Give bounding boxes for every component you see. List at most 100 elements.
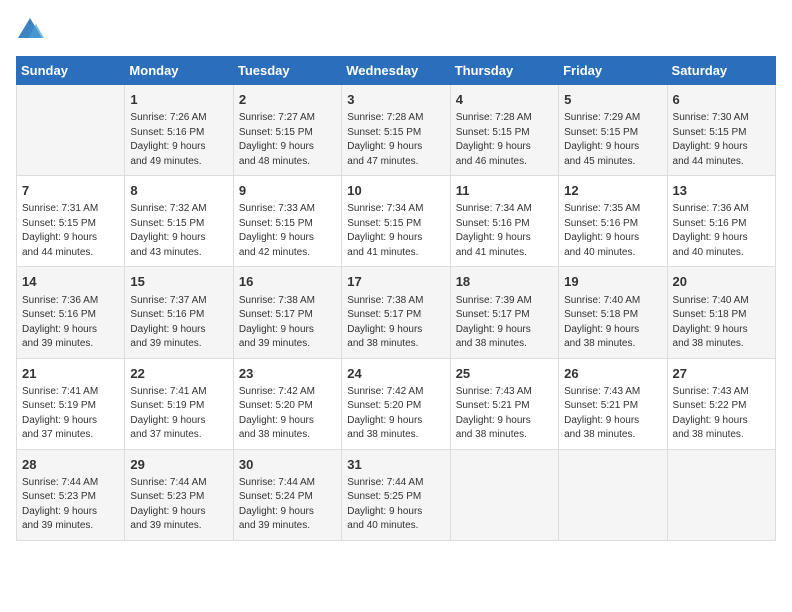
- day-info: Sunrise: 7:28 AM Sunset: 5:15 PM Dayligh…: [456, 111, 553, 169]
- calendar-week-3: 14Sunrise: 7:36 AM Sunset: 5:16 PM Dayli…: [17, 267, 776, 358]
- day-number: 12: [564, 182, 661, 200]
- calendar-cell: 10 Sunrise: 7:34 AM Sunset: 5:15 PM Dayli…: [342, 176, 450, 267]
- day-info: Sunrise: 7:28 AM Sunset: 5:15 PM Dayligh…: [347, 111, 444, 169]
- calendar-cell: [17, 85, 125, 176]
- day-info: Sunrise: 7:43 AM Sunset: 5:21 PM Dayligh…: [564, 385, 661, 443]
- calendar-week-1: 1 Sunrise: 7:26 AM Sunset: 5:16 PM Daylig…: [17, 85, 776, 176]
- day-info: Sunrise: 7:42 AM Sunset: 5:20 PM Dayligh…: [347, 385, 444, 443]
- day-number: 14: [22, 273, 119, 291]
- day-info: Sunrise: 7:44 AM Sunset: 5:23 PM Dayligh…: [130, 476, 227, 534]
- calendar-cell: 18Sunrise: 7:39 AM Sunset: 5:17 PM Dayli…: [450, 267, 558, 358]
- day-number: 7: [22, 182, 119, 200]
- day-info: Sunrise: 7:43 AM Sunset: 5:21 PM Dayligh…: [456, 385, 553, 443]
- day-info: Sunrise: 7:27 AM Sunset: 5:15 PM Dayligh…: [239, 111, 336, 169]
- day-number: 24: [347, 365, 444, 383]
- day-info: Sunrise: 7:40 AM Sunset: 5:18 PM Dayligh…: [564, 294, 661, 352]
- calendar-cell: 6 Sunrise: 7:30 AM Sunset: 5:15 PM Daylig…: [667, 85, 775, 176]
- day-info: Sunrise: 7:40 AM Sunset: 5:18 PM Dayligh…: [673, 294, 770, 352]
- day-number: 6: [673, 91, 770, 109]
- calendar-cell: 7 Sunrise: 7:31 AM Sunset: 5:15 PM Daylig…: [17, 176, 125, 267]
- calendar-cell: 17 Sunrise: 7:38 AM Sunset: 5:17 PM Dayli…: [342, 267, 450, 358]
- day-info: Sunrise: 7:26 AM Sunset: 5:16 PM Dayligh…: [130, 111, 227, 169]
- day-info: Sunrise: 7:38 AM Sunset: 5:17 PM Dayligh…: [347, 294, 444, 352]
- day-number: 5: [564, 91, 661, 109]
- day-info: Sunrise: 7:34 AM Sunset: 5:15 PM Dayligh…: [347, 202, 444, 260]
- day-number: 11: [456, 182, 553, 200]
- calendar-cell: 12 Sunrise: 7:35 AM Sunset: 5:16 PM Dayli…: [559, 176, 667, 267]
- day-number: 15: [130, 273, 227, 291]
- day-number: 17: [347, 273, 444, 291]
- day-info: Sunrise: 7:39 AM Sunset: 5:17 PM Dayligh…: [456, 294, 553, 352]
- day-number: 28: [22, 456, 119, 474]
- calendar-cell: 4Sunrise: 7:28 AM Sunset: 5:15 PM Daylig…: [450, 85, 558, 176]
- calendar-cell: [450, 449, 558, 540]
- calendar-cell: 5 Sunrise: 7:29 AM Sunset: 5:15 PM Daylig…: [559, 85, 667, 176]
- calendar-cell: 3 Sunrise: 7:28 AM Sunset: 5:15 PM Daylig…: [342, 85, 450, 176]
- calendar-cell: 19 Sunrise: 7:40 AM Sunset: 5:18 PM Dayli…: [559, 267, 667, 358]
- calendar-cell: 25Sunrise: 7:43 AM Sunset: 5:21 PM Dayli…: [450, 358, 558, 449]
- calendar-cell: 30 Sunrise: 7:44 AM Sunset: 5:24 PM Dayli…: [233, 449, 341, 540]
- day-number: 20: [673, 273, 770, 291]
- day-info: Sunrise: 7:31 AM Sunset: 5:15 PM Dayligh…: [22, 202, 119, 260]
- calendar-cell: 9Sunrise: 7:33 AM Sunset: 5:15 PM Daylig…: [233, 176, 341, 267]
- day-number: 3: [347, 91, 444, 109]
- calendar-cell: 8Sunrise: 7:32 AM Sunset: 5:15 PM Daylig…: [125, 176, 233, 267]
- calendar-cell: [667, 449, 775, 540]
- day-info: Sunrise: 7:44 AM Sunset: 5:24 PM Dayligh…: [239, 476, 336, 534]
- calendar-cell: 22Sunrise: 7:41 AM Sunset: 5:19 PM Dayli…: [125, 358, 233, 449]
- day-info: Sunrise: 7:44 AM Sunset: 5:25 PM Dayligh…: [347, 476, 444, 534]
- calendar-cell: 26 Sunrise: 7:43 AM Sunset: 5:21 PM Dayli…: [559, 358, 667, 449]
- calendar-cell: 2 Sunrise: 7:27 AM Sunset: 5:15 PM Daylig…: [233, 85, 341, 176]
- day-info: Sunrise: 7:41 AM Sunset: 5:19 PM Dayligh…: [130, 385, 227, 443]
- calendar-cell: 27 Sunrise: 7:43 AM Sunset: 5:22 PM Dayli…: [667, 358, 775, 449]
- day-number: 31: [347, 456, 444, 474]
- calendar-cell: 14Sunrise: 7:36 AM Sunset: 5:16 PM Dayli…: [17, 267, 125, 358]
- calendar-cell: 31 Sunrise: 7:44 AM Sunset: 5:25 PM Dayli…: [342, 449, 450, 540]
- header-row: Sunday Monday Tuesday Wednesday Thursday…: [17, 57, 776, 85]
- day-info: Sunrise: 7:33 AM Sunset: 5:15 PM Dayligh…: [239, 202, 336, 260]
- calendar-cell: 21 Sunrise: 7:41 AM Sunset: 5:19 PM Dayli…: [17, 358, 125, 449]
- header-tuesday: Tuesday: [233, 57, 341, 85]
- day-info: Sunrise: 7:30 AM Sunset: 5:15 PM Dayligh…: [673, 111, 770, 169]
- calendar-cell: 1 Sunrise: 7:26 AM Sunset: 5:16 PM Daylig…: [125, 85, 233, 176]
- day-number: 2: [239, 91, 336, 109]
- calendar-cell: 13Sunrise: 7:36 AM Sunset: 5:16 PM Dayli…: [667, 176, 775, 267]
- day-info: Sunrise: 7:34 AM Sunset: 5:16 PM Dayligh…: [456, 202, 553, 260]
- calendar-cell: 28Sunrise: 7:44 AM Sunset: 5:23 PM Dayli…: [17, 449, 125, 540]
- logo: [16, 16, 48, 44]
- day-number: 10: [347, 182, 444, 200]
- day-info: Sunrise: 7:29 AM Sunset: 5:15 PM Dayligh…: [564, 111, 661, 169]
- day-number: 30: [239, 456, 336, 474]
- day-number: 29: [130, 456, 227, 474]
- calendar-cell: 29 Sunrise: 7:44 AM Sunset: 5:23 PM Dayli…: [125, 449, 233, 540]
- page-header: [16, 16, 776, 44]
- day-number: 27: [673, 365, 770, 383]
- day-info: Sunrise: 7:35 AM Sunset: 5:16 PM Dayligh…: [564, 202, 661, 260]
- day-number: 26: [564, 365, 661, 383]
- day-info: Sunrise: 7:36 AM Sunset: 5:16 PM Dayligh…: [673, 202, 770, 260]
- calendar-table: Sunday Monday Tuesday Wednesday Thursday…: [16, 56, 776, 541]
- calendar-cell: 11 Sunrise: 7:34 AM Sunset: 5:16 PM Dayli…: [450, 176, 558, 267]
- calendar-week-5: 28 Sunrise: 7:44 AM Sunset: 5:23 PM Dayli…: [17, 449, 776, 540]
- header-sunday: Sunday: [17, 57, 125, 85]
- day-info: Sunrise: 7:42 AM Sunset: 5:20 PM Dayligh…: [239, 385, 336, 443]
- day-number: 21: [22, 365, 119, 383]
- day-number: 19: [564, 273, 661, 291]
- header-saturday: Saturday: [667, 57, 775, 85]
- calendar-header: Sunday Monday Tuesday Wednesday Thursday…: [17, 57, 776, 85]
- header-thursday: Thursday: [450, 57, 558, 85]
- header-monday: Monday: [125, 57, 233, 85]
- day-info: Sunrise: 7:43 AM Sunset: 5:22 PM Dayligh…: [673, 385, 770, 443]
- day-number: 1: [130, 91, 227, 109]
- day-info: Sunrise: 7:41 AM Sunset: 5:19 PM Dayligh…: [22, 385, 119, 443]
- calendar-cell: 20 Sunrise: 7:40 AM Sunset: 5:18 PM Dayli…: [667, 267, 775, 358]
- day-number: 16: [239, 273, 336, 291]
- calendar-cell: 15 Sunrise: 7:37 AM Sunset: 5:16 PM Dayli…: [125, 267, 233, 358]
- calendar-cell: 16 Sunrise: 7:38 AM Sunset: 5:17 PM Dayli…: [233, 267, 341, 358]
- calendar-cell: 23Sunrise: 7:42 AM Sunset: 5:20 PM Dayli…: [233, 358, 341, 449]
- calendar-week-2: 7 Sunrise: 7:31 AM Sunset: 5:15 PM Daylig…: [17, 176, 776, 267]
- header-wednesday: Wednesday: [342, 57, 450, 85]
- day-info: Sunrise: 7:37 AM Sunset: 5:16 PM Dayligh…: [130, 294, 227, 352]
- calendar-cell: 24 Sunrise: 7:42 AM Sunset: 5:20 PM Dayli…: [342, 358, 450, 449]
- day-info: Sunrise: 7:38 AM Sunset: 5:17 PM Dayligh…: [239, 294, 336, 352]
